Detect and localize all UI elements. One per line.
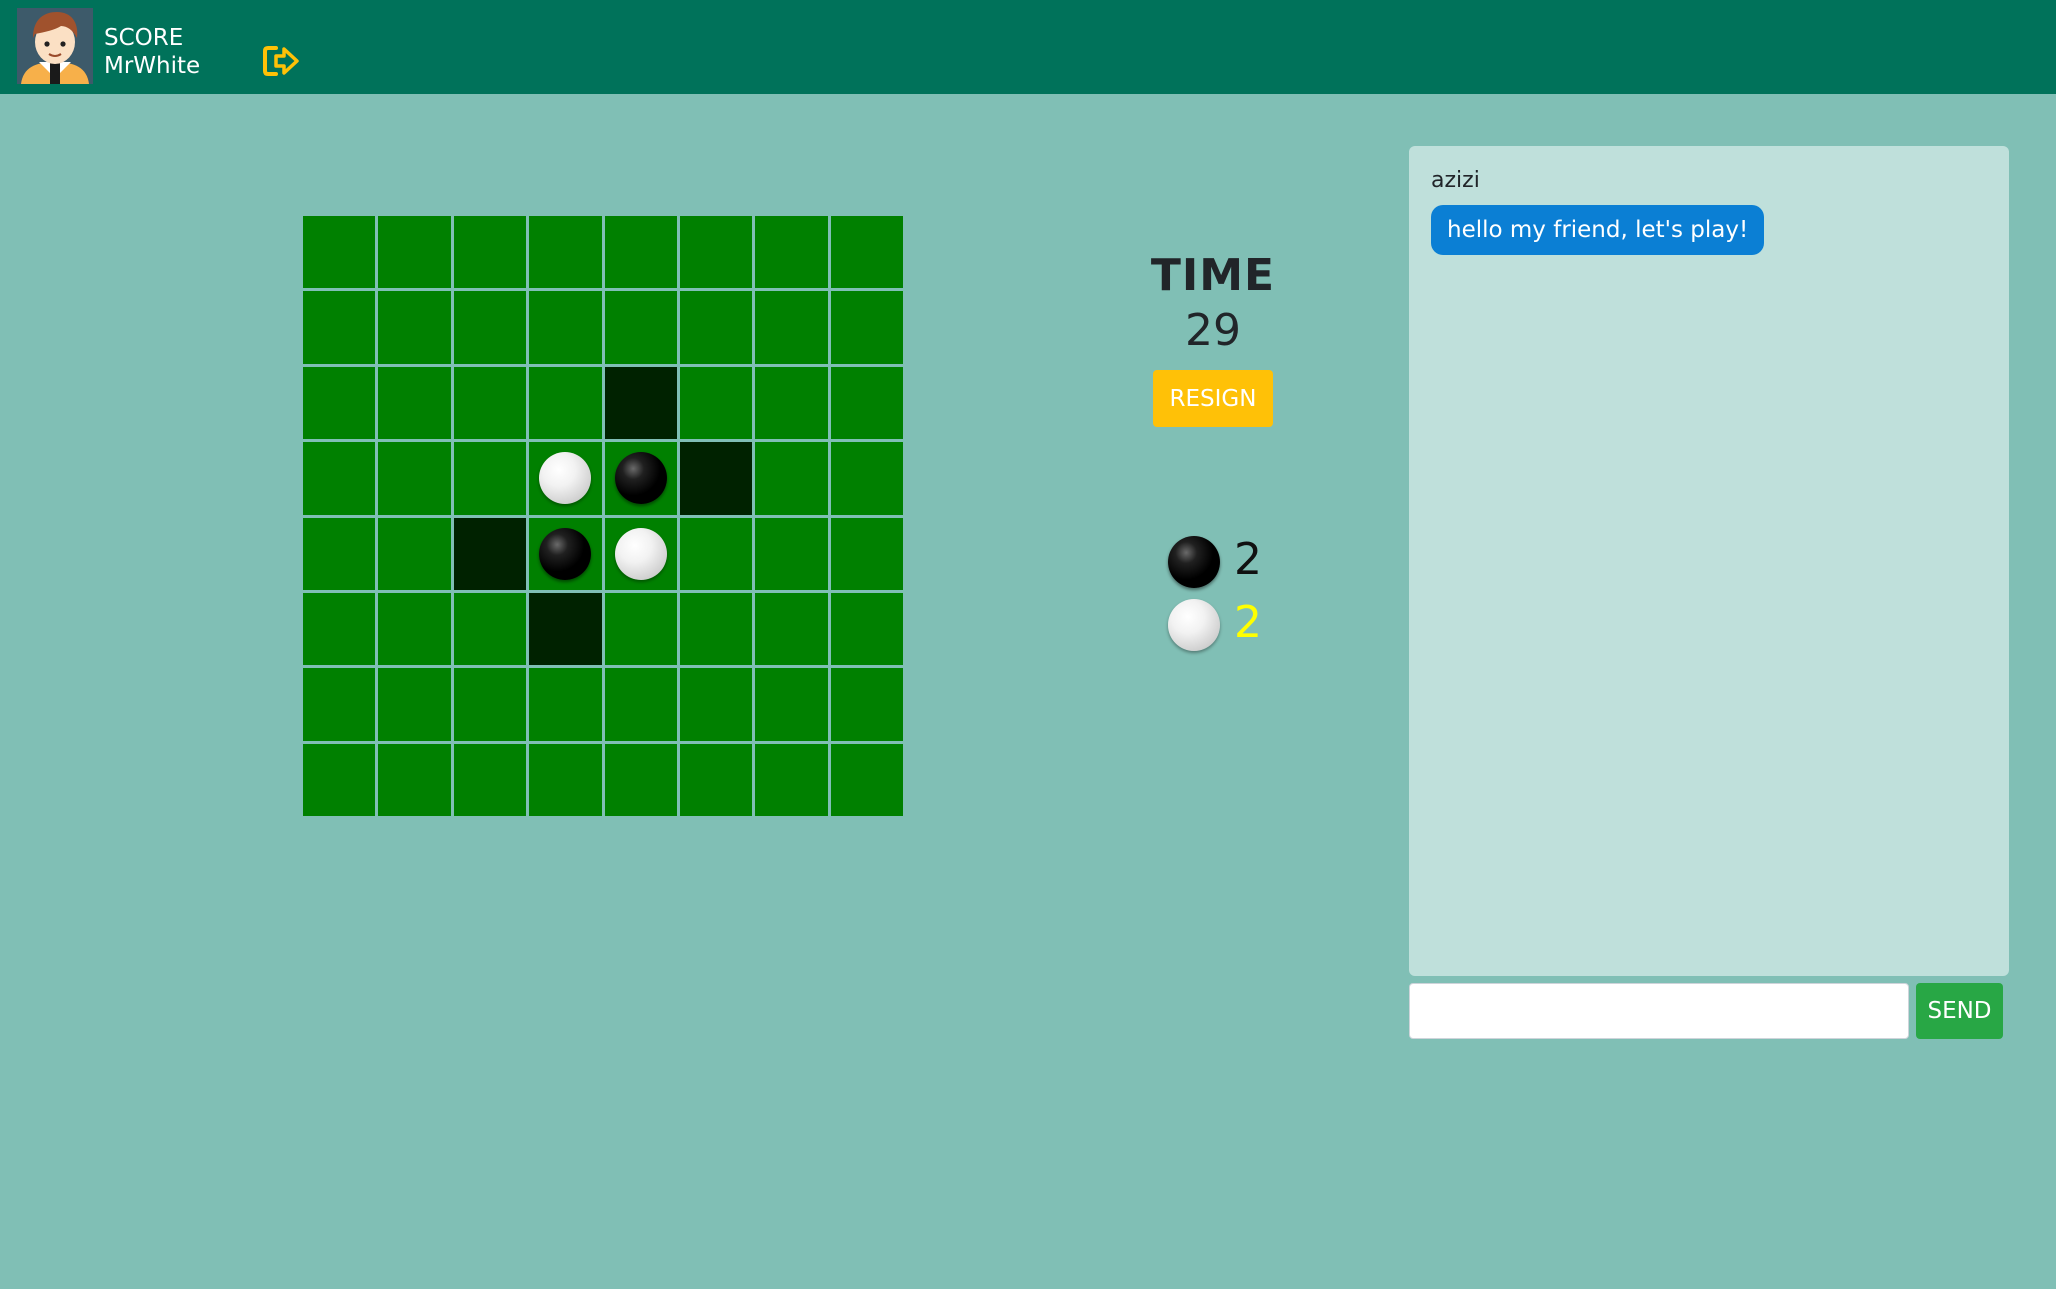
score-label: SCORE: [104, 25, 184, 51]
black-disc: [539, 527, 592, 580]
board-cell-valid-move[interactable]: [679, 442, 753, 515]
board-cell[interactable]: [604, 517, 677, 590]
board-cell[interactable]: [378, 592, 451, 666]
board-cell[interactable]: [604, 743, 677, 816]
board-cell-valid-move[interactable]: [529, 592, 602, 666]
sign-out-icon[interactable]: [262, 44, 300, 78]
board-cell[interactable]: [378, 291, 451, 364]
white-score-value: 2: [1234, 597, 1262, 648]
board-cell[interactable]: [830, 517, 903, 590]
board-cell[interactable]: [830, 366, 903, 440]
avatar: [17, 8, 93, 84]
board-cell[interactable]: [755, 592, 828, 666]
user-info: SCORE MrWhite: [104, 24, 200, 80]
othello-board: [303, 216, 903, 816]
board-cell[interactable]: [679, 517, 753, 590]
board-cell[interactable]: [303, 366, 376, 440]
chat-message-input[interactable]: [1409, 983, 1909, 1039]
board-cell[interactable]: [303, 291, 376, 364]
resign-button[interactable]: RESIGN: [1153, 370, 1273, 427]
board-cell[interactable]: [378, 668, 451, 741]
board-cell[interactable]: [303, 592, 376, 666]
chat-panel[interactable]: azizi hello my friend, let's play!: [1409, 146, 2009, 976]
board-cell[interactable]: [529, 216, 602, 289]
board-cell[interactable]: [755, 366, 828, 440]
board-cell[interactable]: [453, 743, 527, 816]
chat-sender: azizi: [1431, 168, 1480, 193]
board-cell[interactable]: [453, 216, 527, 289]
black-disc: [614, 452, 667, 505]
board-cell[interactable]: [679, 668, 753, 741]
board-cell[interactable]: [679, 291, 753, 364]
black-score-value: 2: [1234, 534, 1262, 585]
board-cell[interactable]: [378, 517, 451, 590]
board-cell[interactable]: [378, 366, 451, 440]
board-cell[interactable]: [679, 366, 753, 440]
board-cell[interactable]: [453, 442, 527, 515]
board-cell[interactable]: [755, 668, 828, 741]
board-cell[interactable]: [529, 668, 602, 741]
board-cell[interactable]: [604, 442, 677, 515]
board-cell[interactable]: [453, 592, 527, 666]
board-cell[interactable]: [755, 442, 828, 515]
board-cell[interactable]: [303, 517, 376, 590]
black-disc-icon: [1168, 536, 1220, 588]
board-cell[interactable]: [830, 668, 903, 741]
board-cell[interactable]: [529, 743, 602, 816]
board-cell[interactable]: [378, 216, 451, 289]
board-cell[interactable]: [755, 743, 828, 816]
board-cell[interactable]: [604, 592, 677, 666]
board-cell[interactable]: [303, 442, 376, 515]
board-cell[interactable]: [679, 592, 753, 666]
board-cell[interactable]: [529, 517, 602, 590]
username: MrWhite: [104, 53, 201, 79]
board-cell[interactable]: [303, 668, 376, 741]
board-cell[interactable]: [755, 216, 828, 289]
board-cell[interactable]: [453, 291, 527, 364]
board-cell[interactable]: [830, 743, 903, 816]
white-disc: [539, 452, 592, 505]
board-cell[interactable]: [755, 291, 828, 364]
board-cell[interactable]: [378, 743, 451, 816]
top-bar: SCORE MrWhite: [0, 0, 2056, 94]
white-disc: [614, 527, 667, 580]
board-cell[interactable]: [529, 442, 602, 515]
board-cell-valid-move[interactable]: [604, 366, 677, 440]
board-cell[interactable]: [453, 668, 527, 741]
board-cell[interactable]: [830, 291, 903, 364]
board-cell[interactable]: [529, 366, 602, 440]
board-cell[interactable]: [453, 366, 527, 440]
board-cell[interactable]: [303, 743, 376, 816]
board-cell[interactable]: [529, 291, 602, 364]
board-cell[interactable]: [378, 442, 451, 515]
chat-message-bubble: hello my friend, let's play!: [1431, 205, 1765, 255]
board-cell[interactable]: [604, 291, 677, 364]
board-cell[interactable]: [303, 216, 376, 289]
time-label: TIME: [1150, 250, 1276, 301]
board-cell-valid-move[interactable]: [453, 517, 527, 590]
time-countdown: 29: [1185, 305, 1241, 356]
board-cell[interactable]: [604, 668, 677, 741]
board-cell[interactable]: [830, 216, 903, 289]
white-disc-icon: [1168, 599, 1220, 651]
board-cell[interactable]: [830, 592, 903, 666]
board-cell[interactable]: [830, 442, 903, 515]
board-cell[interactable]: [604, 216, 677, 289]
board-cell[interactable]: [755, 517, 828, 590]
board-cell[interactable]: [679, 743, 753, 816]
board-cell[interactable]: [679, 216, 753, 289]
send-button[interactable]: SEND: [1916, 983, 2003, 1039]
